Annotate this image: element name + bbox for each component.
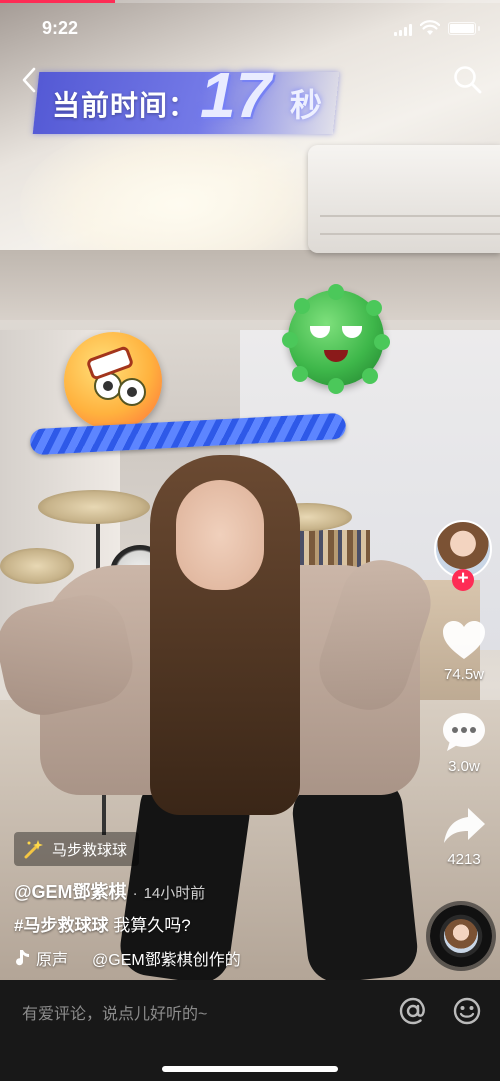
scene-cymbal — [0, 548, 74, 584]
music-disc-cover — [444, 919, 478, 953]
status-time: 9:22 — [42, 18, 79, 38]
music-disc[interactable] — [430, 905, 492, 967]
effect-name: 马步救球球 — [52, 841, 128, 859]
effect-chip[interactable]: 马步救球球 — [14, 832, 140, 866]
author-name[interactable]: @GEM鄧紫棋 — [14, 878, 127, 904]
author-line: @GEM鄧紫棋 · 14小时前 — [14, 878, 205, 904]
search-icon[interactable] — [450, 62, 486, 98]
hashtag-link[interactable]: #马步救球球 — [14, 916, 108, 935]
timer-label: 当前时间： — [52, 90, 198, 121]
comment-count: 3.0w — [448, 758, 480, 775]
scene-cymbal — [38, 490, 150, 524]
playback-progress-fill — [0, 0, 115, 3]
video-caption: #马步救球球 我算久吗? — [14, 911, 191, 936]
wifi-icon — [420, 20, 440, 35]
emoji-icon[interactable] — [452, 996, 482, 1026]
caption-text: 我算久吗? — [108, 916, 191, 935]
virus-mouth — [324, 350, 348, 362]
virus-eye — [310, 326, 330, 338]
share-icon[interactable] — [440, 804, 488, 848]
home-indicator[interactable] — [162, 1066, 338, 1072]
music-note-icon — [16, 950, 29, 966]
comment-input[interactable]: 有爱评论，说点儿好听的~ — [22, 1000, 207, 1024]
scene-beam — [0, 250, 500, 320]
video-feed-screen: 当前时间： 17 秒 9:22 + 74.5w 3.0w 4213 马步救球球 … — [0, 0, 500, 1081]
timer-unit: 秒 — [290, 87, 323, 123]
playback-progress[interactable] — [0, 0, 500, 3]
comment-icon[interactable] — [440, 710, 488, 754]
chevron-left-icon[interactable] — [14, 64, 46, 96]
music-line[interactable]: 原声 @GEM鄧紫棋创作的 — [14, 946, 241, 970]
scene-person-leg — [289, 774, 421, 980]
game-virus-enemy — [282, 284, 390, 394]
music-creator: @GEM鄧紫棋创作的 — [92, 952, 241, 969]
timer-value: 17 — [200, 59, 272, 131]
game-ball-emoji — [64, 332, 162, 430]
music-label: 原声 — [36, 952, 69, 969]
scene-air-conditioner — [308, 145, 500, 253]
magic-wand-icon — [24, 840, 43, 859]
heart-icon[interactable] — [440, 618, 488, 662]
at-icon[interactable] — [398, 996, 428, 1026]
battery-icon — [448, 22, 480, 35]
emoji-eye — [118, 378, 146, 406]
scene-person-face — [176, 480, 264, 590]
share-count: 4213 — [447, 851, 481, 868]
follow-plus-button[interactable]: + — [452, 569, 474, 591]
virus-eye — [342, 326, 362, 338]
post-time: 14小时前 — [143, 885, 206, 902]
like-count: 74.5w — [443, 666, 485, 683]
dot-separator: · — [132, 885, 138, 902]
cellular-signal-icon — [394, 24, 414, 36]
